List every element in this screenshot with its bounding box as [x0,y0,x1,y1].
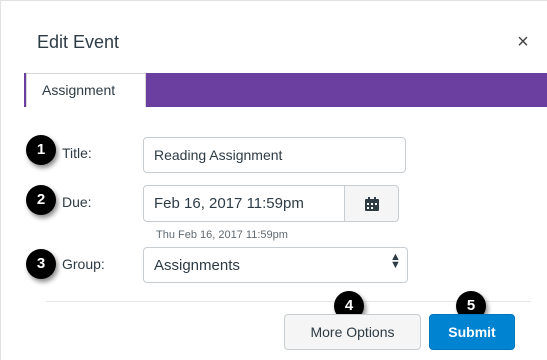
due-date-hint: Thu Feb 16, 2017 11:59pm [156,229,288,241]
due-date-input[interactable]: Feb 16, 2017 11:59pm [143,185,346,222]
due-label: Due: [62,194,92,210]
tab-assignment[interactable]: Assignment [26,73,146,107]
group-select[interactable]: Assignments [143,247,408,283]
dialog-header: Edit Event × [1,1,547,73]
callout-badge-1: 1 [26,135,56,165]
submit-button[interactable]: Submit [429,314,515,350]
group-label: Group: [62,256,105,272]
callout-badge-3: 3 [26,249,56,279]
calendar-button[interactable] [344,185,399,222]
close-icon[interactable]: × [513,31,533,53]
edit-event-dialog: Edit Event × Assignment 1 Title: Reading… [0,0,547,360]
title-label: Title: [62,145,92,161]
more-options-button[interactable]: More Options [284,314,421,350]
dialog-title: Edit Event [37,32,120,52]
callout-badge-2: 2 [26,185,56,215]
title-input[interactable]: Reading Assignment [143,137,406,173]
select-arrows-icon: ▲ ▼ [390,251,401,271]
calendar-icon [365,197,379,211]
